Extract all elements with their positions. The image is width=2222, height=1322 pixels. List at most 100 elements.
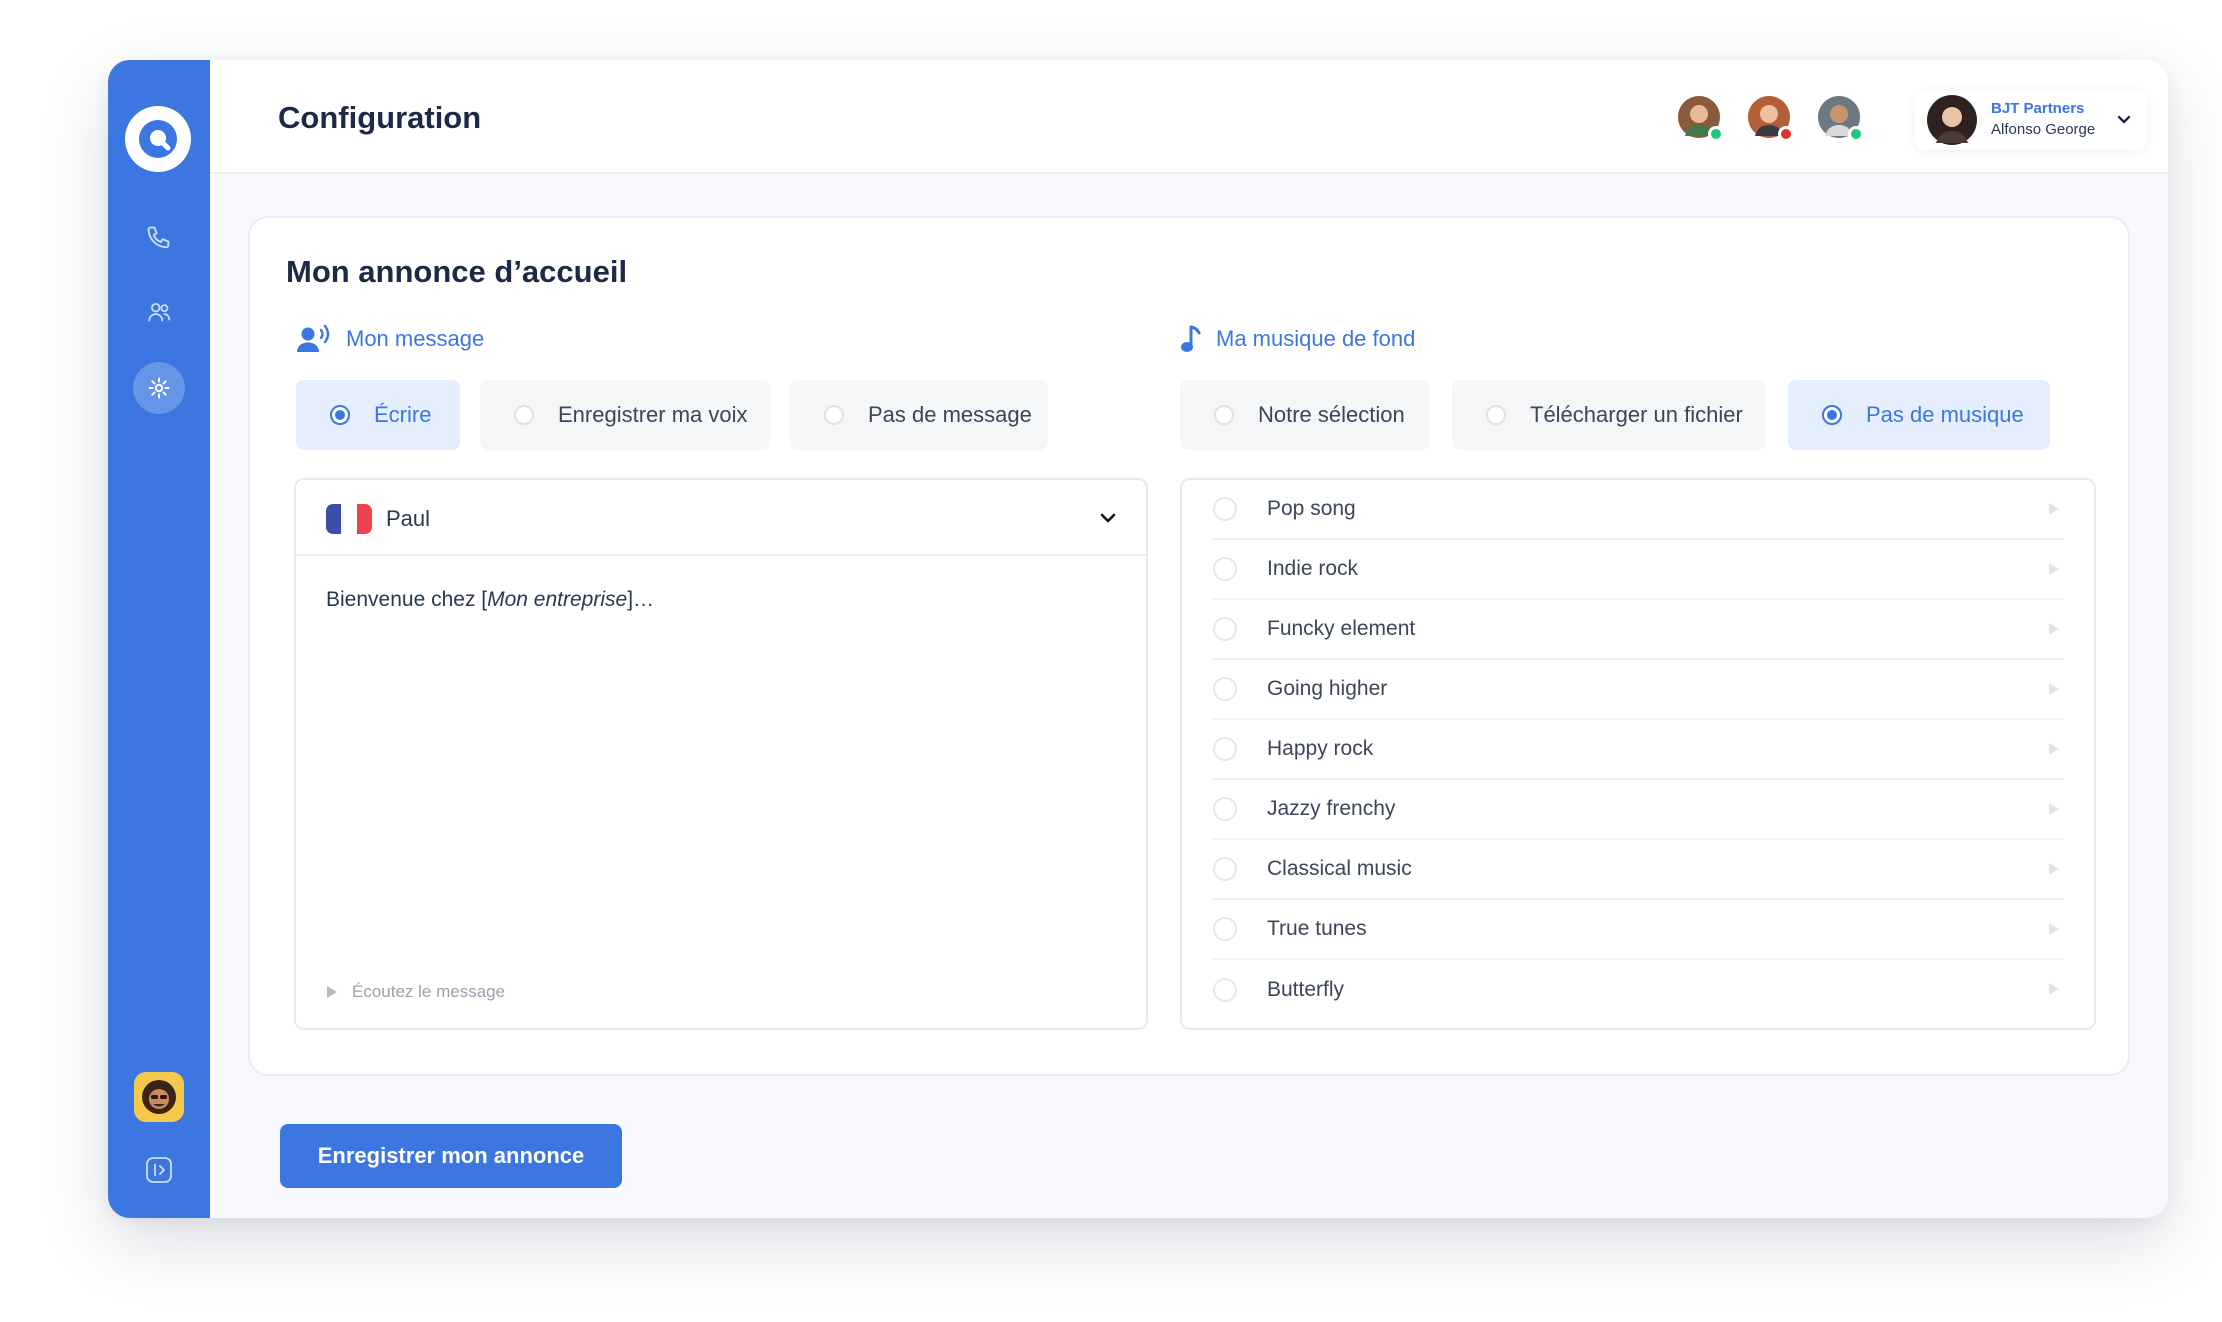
radio-button (330, 405, 350, 425)
sidebar (108, 60, 210, 1218)
users-icon (148, 303, 171, 322)
music-track-list: Pop song Indie rock Funcky element Going… (1180, 478, 2096, 1030)
radio-button[interactable] (1213, 978, 1237, 1002)
online-status-dot (1708, 126, 1724, 142)
radio-button[interactable] (1213, 557, 1237, 581)
message-section-header: Mon message (296, 324, 484, 354)
option-label: Télécharger un fichier (1530, 402, 1743, 427)
play-icon[interactable] (2048, 802, 2060, 816)
radio-button[interactable] (1213, 917, 1237, 941)
radio-button[interactable] (1213, 737, 1237, 761)
list-item[interactable]: Going higher (1212, 660, 2064, 720)
list-item[interactable]: Indie rock (1212, 540, 2064, 600)
radio-button (1214, 405, 1234, 425)
greeting-card: Mon annonce d’accueil Mon message Écrire… (248, 216, 2130, 1076)
option-upload-file[interactable]: Télécharger un fichier (1452, 380, 1766, 450)
track-name: Going higher (1267, 677, 1388, 700)
logo-icon (139, 120, 177, 158)
listen-label: Écoutez le message (352, 982, 506, 1001)
list-item[interactable]: Classical music (1212, 840, 2064, 900)
play-icon[interactable] (2048, 982, 2060, 996)
listen-message-button[interactable]: Écoutez le message (326, 982, 505, 1002)
avatar-icon (142, 1080, 176, 1114)
app-logo[interactable] (125, 106, 191, 172)
voice-name: Paul (386, 506, 431, 531)
play-icon[interactable] (2048, 922, 2060, 936)
team-member-avatar[interactable] (1816, 94, 1864, 142)
option-label: Pas de message (868, 402, 1032, 427)
online-status-dot (1848, 126, 1864, 142)
music-section-header: Ma musique de fond (1180, 324, 1415, 354)
chevron-down-icon (1100, 513, 1116, 523)
play-icon[interactable] (2048, 502, 2060, 516)
radio-button (824, 405, 844, 425)
app-window: Configuration BJT Partners Alfonso Georg… (108, 60, 2168, 1218)
message-text-company: Mon entreprise (487, 588, 628, 611)
music-section-label: Ma musique de fond (1216, 326, 1416, 351)
sidebar-toggle-icon (146, 1157, 172, 1183)
card-title: Mon annonce d’accueil (286, 254, 628, 289)
track-name: Butterfly (1267, 978, 1345, 1001)
sidebar-item-contacts[interactable] (133, 286, 185, 338)
radio-button[interactable] (1213, 617, 1237, 641)
top-header: Configuration BJT Partners Alfonso Georg… (210, 60, 2168, 174)
message-text: ]… (627, 588, 655, 611)
track-name: Funcky element (1267, 617, 1416, 640)
radio-button[interactable] (1213, 497, 1237, 521)
option-write[interactable]: Écrire (296, 380, 460, 450)
team-member-avatar[interactable] (1676, 94, 1724, 142)
team-member-avatar[interactable] (1746, 94, 1794, 142)
track-name: Jazzy frenchy (1267, 797, 1396, 820)
list-item[interactable]: Pop song (1212, 480, 2064, 540)
page-title: Configuration (278, 100, 482, 135)
radio-button[interactable] (1213, 797, 1237, 821)
radio-button[interactable] (1213, 677, 1237, 701)
play-icon[interactable] (2048, 742, 2060, 756)
message-text: Bienvenue chez [ (326, 588, 488, 611)
speaking-person-icon (297, 324, 330, 352)
sidebar-item-settings[interactable] (133, 362, 185, 414)
avatar (1927, 95, 1977, 145)
play-icon[interactable] (2048, 562, 2060, 576)
radio-button (1822, 405, 1842, 425)
user-menu[interactable]: BJT Partners Alfonso George (1915, 90, 2147, 150)
busy-status-dot (1778, 126, 1794, 142)
track-name: Classical music (1267, 857, 1412, 880)
option-no-music[interactable]: Pas de musique (1788, 380, 2050, 450)
message-editor: Paul Bienvenue chez [Mon entreprise]… Éc… (294, 478, 1148, 1030)
track-name: Pop song (1267, 497, 1356, 520)
track-name: True tunes (1267, 917, 1367, 940)
list-item[interactable]: Happy rock (1212, 720, 2064, 780)
list-item[interactable]: True tunes (1212, 900, 2064, 960)
option-record-voice[interactable]: Enregistrer ma voix (480, 380, 770, 450)
radio-button (514, 405, 534, 425)
play-icon[interactable] (2048, 682, 2060, 696)
message-section-label: Mon message (346, 326, 485, 351)
user-company: BJT Partners (1991, 100, 2085, 117)
list-item[interactable]: Jazzy frenchy (1212, 780, 2064, 840)
voice-select[interactable]: Paul (296, 480, 1146, 556)
list-item[interactable]: Butterfly (1212, 960, 2064, 1020)
phone-icon (147, 226, 170, 249)
music-note-icon (1181, 325, 1201, 352)
my-avatar[interactable] (134, 1072, 184, 1122)
sidebar-item-calls[interactable] (133, 212, 185, 264)
option-label: Notre sélection (1258, 402, 1405, 427)
list-item[interactable]: Funcky element (1212, 600, 2064, 660)
save-announcement-button[interactable]: Enregistrer mon annonce (280, 1124, 622, 1188)
option-label: Enregistrer ma voix (558, 402, 748, 427)
collapse-sidebar-button[interactable] (143, 1154, 175, 1186)
france-flag-icon (326, 504, 372, 534)
radio-button[interactable] (1213, 857, 1237, 881)
track-name: Happy rock (1267, 737, 1374, 760)
radio-button (1486, 405, 1506, 425)
play-icon[interactable] (2048, 862, 2060, 876)
person-icon (1927, 95, 1977, 145)
chevron-down-icon (2117, 115, 2131, 124)
option-label: Écrire (374, 402, 432, 427)
option-our-selection[interactable]: Notre sélection (1180, 380, 1430, 450)
play-icon[interactable] (2048, 622, 2060, 636)
option-label: Pas de musique (1866, 402, 2024, 427)
message-textarea[interactable]: Bienvenue chez [Mon entreprise]… (326, 588, 654, 612)
option-no-message[interactable]: Pas de message (790, 380, 1048, 450)
